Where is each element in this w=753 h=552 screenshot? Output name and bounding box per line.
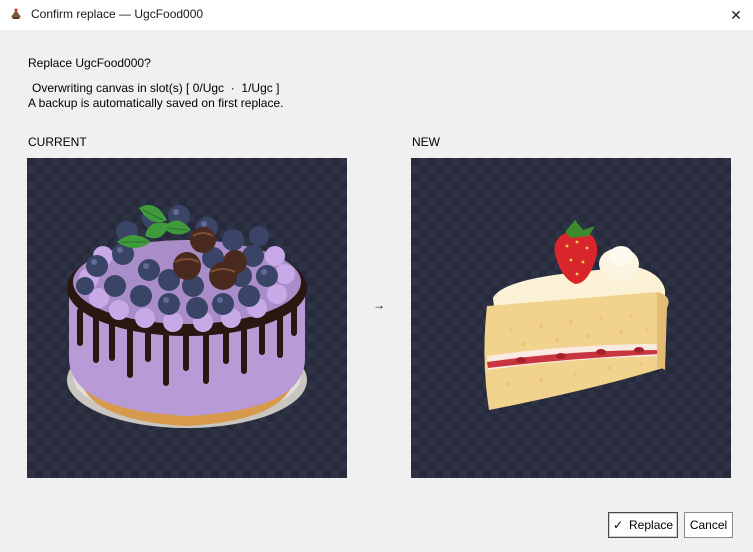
blueberry-cake-image: [67, 204, 307, 428]
replace-button-label: Replace: [629, 518, 674, 532]
current-preview: [27, 158, 347, 478]
cake-app-icon: [11, 8, 21, 19]
title-bar: Confirm replace — UgcFood000 ✕: [0, 0, 753, 30]
backup-info: A backup is automatically saved on first…: [28, 96, 284, 110]
replace-button[interactable]: ✓ Replace: [608, 512, 678, 538]
new-preview: [411, 158, 731, 478]
current-label: CURRENT: [28, 135, 87, 149]
close-button[interactable]: ✕: [719, 0, 753, 30]
new-label: NEW: [412, 135, 440, 149]
overwrite-info: Overwriting canvas in slot(s) [ 0/Ugc · …: [32, 81, 280, 95]
cancel-button[interactable]: Cancel: [684, 512, 733, 538]
strawberry-cake-slice-image: [484, 220, 669, 410]
window-title: Confirm replace — UgcFood000: [31, 7, 204, 21]
arrow-icon: →: [373, 298, 385, 312]
cancel-button-label: Cancel: [689, 518, 728, 532]
dialog-heading: Replace UgcFood000?: [28, 56, 151, 70]
check-icon: ✓: [612, 518, 624, 532]
dialog-body: Replace UgcFood000? Overwriting canvas i…: [0, 30, 753, 552]
close-icon[interactable]: ✕: [730, 7, 742, 24]
